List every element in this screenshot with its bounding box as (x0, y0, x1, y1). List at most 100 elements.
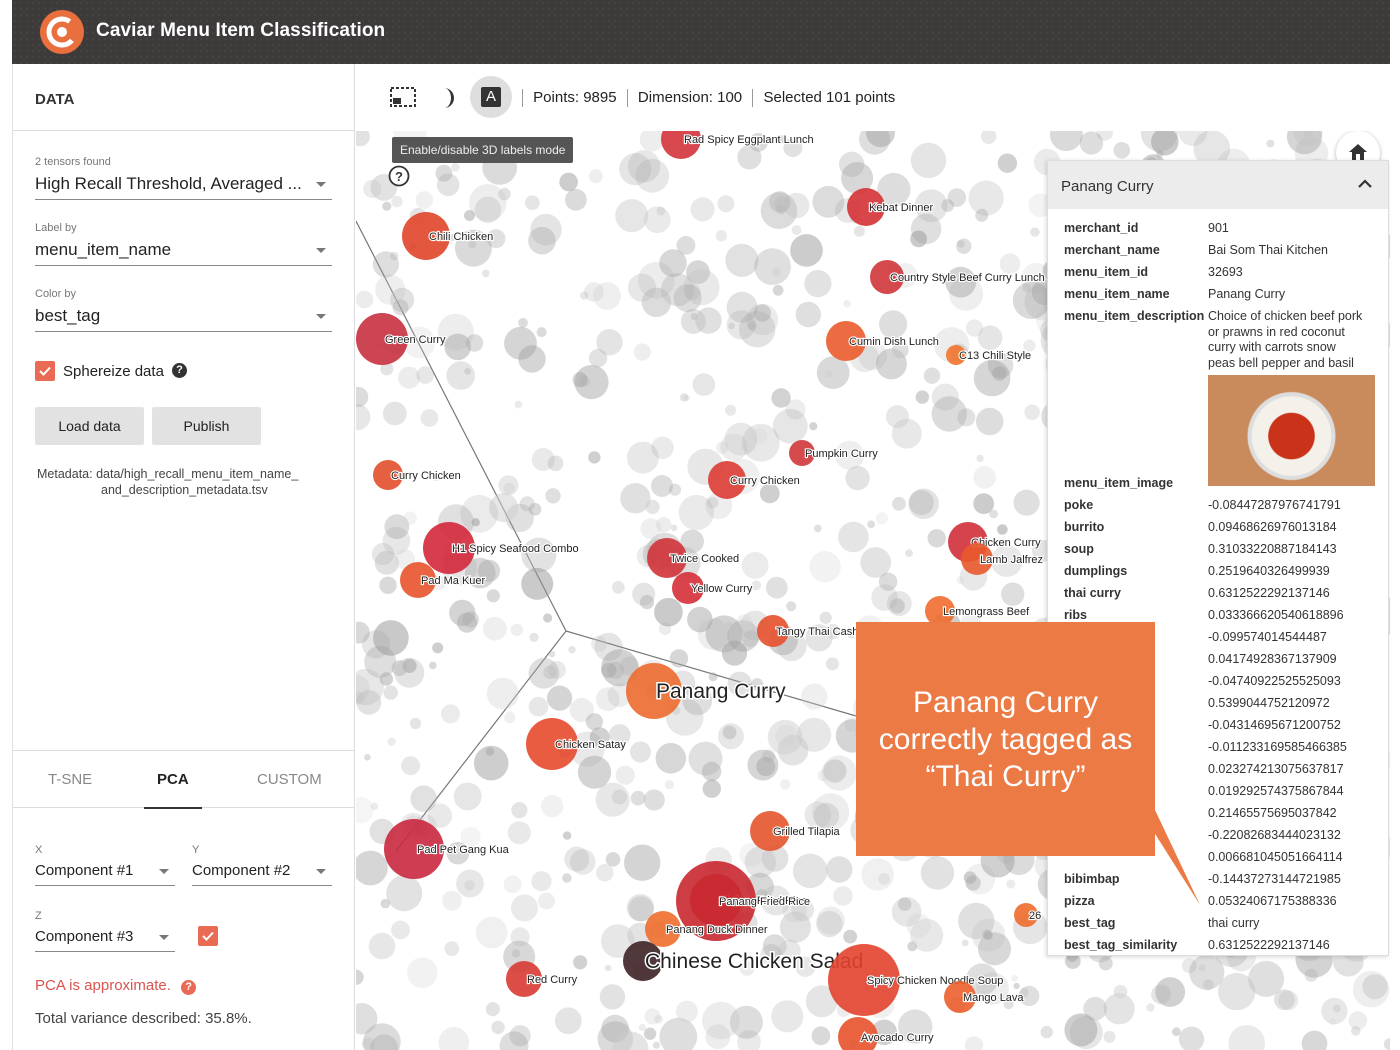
label-3d-toggle[interactable]: A (470, 76, 512, 118)
data-point (1228, 1025, 1265, 1050)
data-point (1348, 1011, 1368, 1030)
point-label: Grilled Tilapia (773, 826, 841, 838)
data-point (574, 365, 609, 400)
data-point (910, 918, 944, 952)
data-point (511, 802, 528, 819)
selection-icon[interactable] (390, 87, 416, 107)
data-point (644, 1008, 661, 1025)
y-component-select[interactable]: Component #2 (192, 860, 332, 886)
field-value: 0.31033220887184143 (1208, 542, 1337, 556)
data-point (1362, 974, 1388, 1000)
label-by-select[interactable]: menu_item_name (35, 238, 332, 266)
chevron-up-icon[interactable] (1358, 179, 1372, 189)
data-point (559, 172, 578, 192)
menu-item-image (1208, 375, 1375, 486)
data-point (403, 511, 417, 526)
field-key: ribs (1064, 608, 1087, 622)
z-component-checkbox[interactable] (198, 926, 218, 946)
data-point (910, 230, 927, 248)
x-component-select[interactable]: Component #1 (35, 860, 175, 886)
data-point (715, 230, 728, 242)
data-point (981, 131, 997, 144)
sphereize-checkbox[interactable] (35, 361, 55, 381)
active-tab-indicator (144, 807, 202, 809)
data-point (475, 916, 508, 949)
data-point (545, 488, 561, 504)
data-point (485, 1002, 500, 1017)
data-point (356, 796, 374, 824)
data-point (432, 642, 444, 654)
tab-pca[interactable]: PCA (157, 771, 189, 788)
help-icon[interactable]: ? (181, 980, 197, 995)
data-point (511, 894, 538, 922)
data-point (1013, 489, 1040, 516)
data-point (524, 195, 540, 211)
tab-custom[interactable]: CUSTOM (257, 771, 322, 788)
data-point (639, 595, 655, 610)
z-component-select[interactable]: Component #3 (35, 926, 175, 952)
data-point (915, 390, 929, 404)
data-point (643, 1027, 657, 1040)
toolbar: A Points: 9895 Dimension: 100 Selected 1… (356, 64, 1390, 131)
point-label: Mango Lava (963, 992, 1024, 1004)
inspector-header[interactable]: Panang Curry (1048, 161, 1388, 209)
field-key: menu_item_name (1064, 287, 1170, 301)
label-by-field: Label by menu_item_name (35, 222, 332, 266)
data-point (356, 969, 364, 985)
data-point (486, 677, 519, 710)
data-point (460, 494, 499, 533)
color-by-select[interactable]: best_tag (35, 304, 332, 332)
field-value: 0.006681045051664114 (1208, 850, 1343, 864)
data-point (456, 869, 484, 898)
x-component-value: Component #1 (35, 862, 134, 879)
data-point (541, 795, 564, 818)
field-key: soup (1064, 542, 1094, 556)
data-point (391, 195, 403, 208)
load-data-button[interactable]: Load data (35, 407, 144, 445)
data-point (809, 551, 841, 583)
field-value: -0.04314695671200752 (1208, 718, 1341, 732)
data-point (521, 567, 554, 600)
data-point (441, 704, 460, 724)
publish-button[interactable]: Publish (152, 407, 261, 445)
help-circle-icon[interactable]: ? (388, 165, 410, 187)
data-point (680, 308, 706, 334)
data-point (751, 428, 768, 445)
data-point (838, 521, 869, 553)
tab-tsne[interactable]: T-SNE (48, 771, 92, 788)
field-key: merchant_id (1064, 221, 1139, 235)
data-point (791, 225, 802, 235)
point-label: Avocado Curry (861, 1032, 934, 1044)
help-icon[interactable]: ? (172, 363, 187, 378)
data-point (843, 299, 851, 308)
data-point (491, 1020, 505, 1035)
data-point (547, 455, 564, 472)
inspector-title: Panang Curry (1061, 178, 1154, 195)
data-point (1278, 990, 1299, 1011)
data-point (780, 779, 791, 790)
field-key: dumplings (1064, 564, 1128, 578)
color-by-label: Color by (35, 288, 76, 300)
night-mode-icon[interactable] (438, 86, 458, 110)
data-point (1301, 1030, 1328, 1050)
data-point (356, 131, 370, 147)
field-value: Choice of chicken beef pork or prawns in … (1208, 309, 1363, 370)
data-point (716, 441, 729, 454)
data-point (588, 451, 601, 464)
variance-text: Total variance described: 35.8%. (35, 1010, 252, 1027)
tensor-select[interactable]: High Recall Threshold, Averaged ... (35, 172, 332, 200)
data-point (669, 649, 689, 668)
data-point (528, 657, 560, 689)
tensor-select-value: High Recall Threshold, Averaged ... (35, 174, 302, 193)
data-point (1103, 1030, 1116, 1043)
data-point (444, 941, 460, 956)
field-value: -0.08447287976741791 (1208, 498, 1341, 512)
data-point (825, 369, 833, 378)
field-value: 0.6312522292137146 (1208, 586, 1330, 600)
data-point (612, 789, 627, 805)
data-point (1006, 879, 1016, 889)
data-point (1024, 404, 1040, 421)
chevron-down-icon (316, 869, 326, 874)
data-point (898, 897, 912, 911)
data-point (772, 408, 808, 444)
